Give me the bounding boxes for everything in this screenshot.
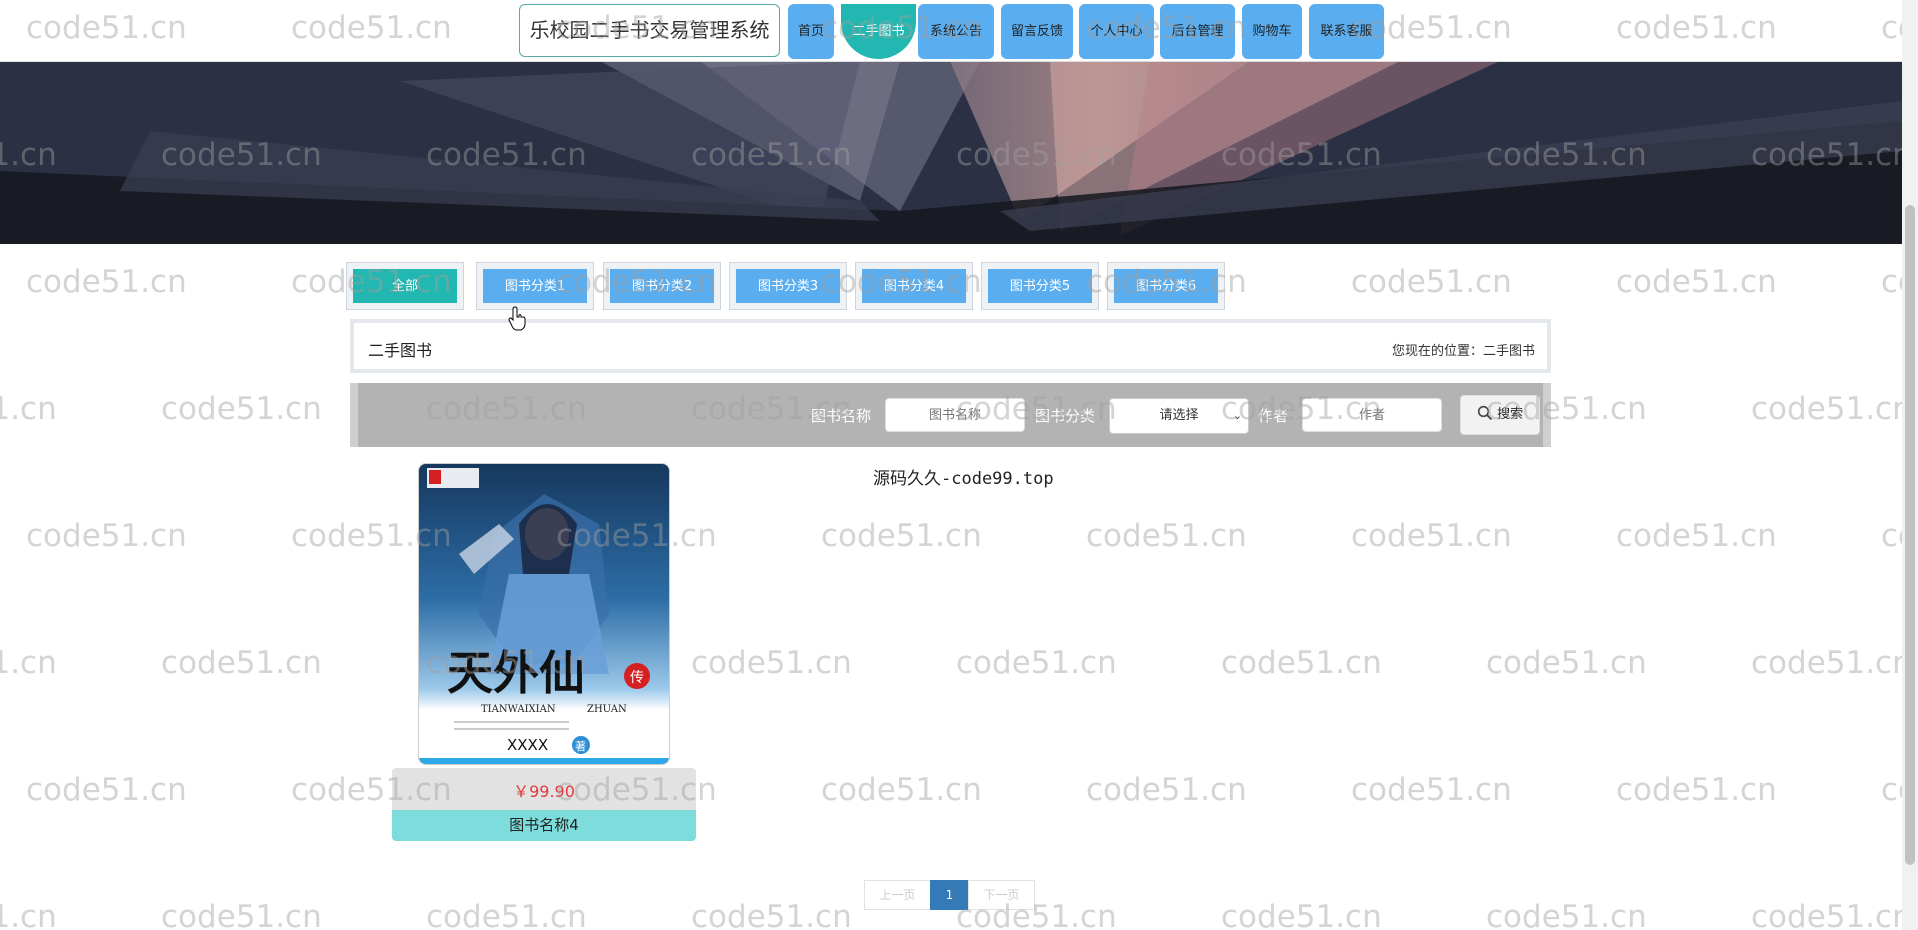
watermark-text: code51.cn — [1881, 518, 1902, 554]
nav-announcements[interactable]: 系统公告 — [918, 4, 994, 59]
nav-cart[interactable]: 购物车 — [1242, 4, 1302, 59]
watermark-text: code51.cn — [161, 645, 322, 681]
watermark-text: code51.cn — [1616, 264, 1777, 300]
book-category-select[interactable]: 请选择 ⌄ — [1109, 398, 1249, 434]
category-tab-4[interactable]: 图书分类4 — [855, 262, 973, 310]
cover-pinyin-right: ZHUAN — [587, 704, 627, 715]
top-navigation: 乐校园二手书交易管理系统 首页 二手图书 系统公告 留言反馈 个人中心 后台管理… — [0, 0, 1902, 62]
book-name-input[interactable] — [885, 398, 1025, 432]
chevron-down-icon: ⌄ — [1232, 409, 1242, 422]
watermark-text: code51.cn — [1751, 391, 1902, 427]
category-tab-1[interactable]: 图书分类1 — [476, 262, 594, 310]
nav-customer-service[interactable]: 联系客服 — [1309, 4, 1384, 59]
watermark-text: code51.cn — [426, 899, 587, 930]
watermark-text: code51.cn — [821, 518, 982, 554]
watermark-text: code51.cn — [1751, 899, 1902, 930]
watermark-text: code51.cn — [26, 772, 187, 808]
pagination-next[interactable]: 下一页 — [968, 880, 1035, 910]
book-category-selected: 请选择 — [1159, 408, 1199, 423]
watermark-text: code51.cn — [0, 391, 57, 427]
cover-pinyin-left: TIANWAIXIAN — [481, 704, 556, 715]
cover-publisher-badge: 著 — [575, 739, 586, 753]
product-price: ￥99.90 — [513, 782, 575, 801]
watermark-text: code51.cn — [0, 899, 57, 930]
cover-badge-text: 传 — [630, 670, 644, 686]
breadcrumb: 您现在的位置：二手图书 — [1391, 344, 1535, 359]
search-button[interactable]: 搜索 — [1460, 395, 1540, 435]
product-name[interactable]: 图书名称4 — [392, 810, 696, 841]
watermark-text: code51.cn — [1486, 645, 1647, 681]
nav-personal-center[interactable]: 个人中心 — [1079, 4, 1154, 59]
watermark-text: code51.cn — [1086, 772, 1247, 808]
product-card[interactable]: 天外仙 传 TIANWAIXIAN ZHUAN XXXX 著 ￥99.90 图书… — [392, 463, 696, 841]
hand-pointer-icon — [508, 306, 526, 331]
watermark-text: code51.cn — [1616, 772, 1777, 808]
nav-feedback[interactable]: 留言反馈 — [1001, 4, 1073, 59]
open-book-banner-image — [0, 61, 1902, 244]
watermark-text: code51.cn — [691, 899, 852, 930]
watermark-text: code51.cn — [26, 518, 187, 554]
watermark-text: code51.cn — [26, 264, 187, 300]
book-cover-art: 天外仙 传 TIANWAIXIAN ZHUAN XXXX 著 — [419, 468, 669, 764]
watermark-text: code51.cn — [161, 391, 322, 427]
watermark-text: code51.cn — [1221, 899, 1382, 930]
nav-used-books[interactable]: 二手图书 — [841, 4, 916, 59]
category-tab-5[interactable]: 图书分类5 — [981, 262, 1099, 310]
search-button-label: 搜索 — [1497, 407, 1524, 422]
watermark-text: code51.cn — [1221, 645, 1382, 681]
nav-admin[interactable]: 后台管理 — [1160, 4, 1235, 59]
category-tab-3[interactable]: 图书分类3 — [729, 262, 847, 310]
watermark-text: code51.cn — [1351, 264, 1512, 300]
book-cover-image[interactable]: 天外仙 传 TIANWAIXIAN ZHUAN XXXX 著 — [418, 463, 670, 765]
hero-banner — [0, 61, 1902, 244]
nav-home[interactable]: 首页 — [788, 4, 834, 59]
cover-author-text: XXXX — [507, 736, 548, 754]
scrollbar-thumb[interactable] — [1905, 205, 1915, 865]
watermark-text: code51.cn — [1351, 518, 1512, 554]
book-name-label: 图书名称 — [811, 407, 872, 425]
watermark-text: code51.cn — [1486, 899, 1647, 930]
magnifier-icon — [1477, 405, 1493, 421]
watermark-text: code51.cn — [1751, 645, 1902, 681]
section-header: 二手图书 您现在的位置：二手图书 — [350, 319, 1551, 373]
watermark-text: code51.cn — [1351, 772, 1512, 808]
search-bar: 图书名称 图书分类 请选择 ⌄ 作者 搜索 — [350, 383, 1551, 447]
section-title: 二手图书 — [368, 341, 433, 360]
product-price-area: ￥99.90 — [392, 768, 696, 813]
pagination-prev[interactable]: 上一页 — [864, 880, 931, 910]
book-category-label: 图书分类 — [1035, 407, 1096, 425]
cover-title-text: 天外仙 — [447, 646, 585, 700]
watermark-text: code51.cn — [1086, 518, 1247, 554]
watermark-text: code51.cn — [1616, 518, 1777, 554]
watermark-text: code51.cn — [956, 645, 1117, 681]
watermark-text: code51.cn — [0, 645, 57, 681]
pagination-page-1[interactable]: 1 — [930, 880, 969, 910]
promo-text: 源码久久-code99.top — [873, 469, 1054, 489]
watermark-text: code51.cn — [1881, 264, 1902, 300]
author-label: 作者 — [1258, 407, 1289, 425]
watermark-text: code51.cn — [1881, 772, 1902, 808]
site-title: 乐校园二手书交易管理系统 — [519, 4, 780, 57]
category-tab-2[interactable]: 图书分类2 — [603, 262, 721, 310]
watermark-text: code51.cn — [161, 899, 322, 930]
author-input[interactable] — [1302, 398, 1442, 432]
watermark-text: code51.cn — [821, 772, 982, 808]
category-tab-all[interactable]: 全部 — [346, 262, 464, 310]
category-tab-6[interactable]: 图书分类6 — [1107, 262, 1225, 310]
watermark-text: code51.cn — [691, 645, 852, 681]
